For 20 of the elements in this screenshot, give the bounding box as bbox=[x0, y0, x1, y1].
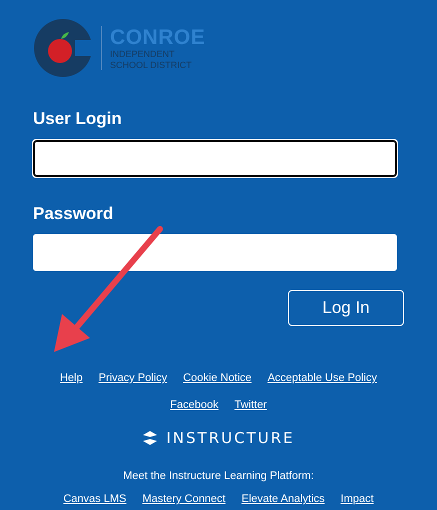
platform-text: Meet the Instructure Learning Platform: bbox=[123, 468, 314, 484]
login-button[interactable]: Log In bbox=[288, 290, 404, 326]
logo-subtitle: INDEPENDENT bbox=[110, 48, 176, 58]
field-label: Password bbox=[33, 202, 114, 224]
footer-link[interactable]: Privacy Policy bbox=[98, 370, 168, 386]
footer-link[interactable]: Acceptable Use Policy bbox=[268, 370, 378, 386]
footer-link[interactable]: Impact bbox=[340, 491, 374, 508]
footer-link[interactable]: Elevate Analytics bbox=[241, 491, 325, 508]
footer-link[interactable]: Mastery Connect bbox=[142, 491, 226, 508]
input-field[interactable] bbox=[33, 140, 397, 176]
footer-link[interactable]: Cookie Notice bbox=[183, 370, 252, 386]
footer-link[interactable]: Help bbox=[60, 370, 83, 386]
footer-link[interactable]: Twitter bbox=[234, 396, 267, 413]
footer-link[interactable]: Facebook bbox=[170, 396, 218, 413]
footer-link[interactable]: Canvas LMS bbox=[63, 491, 126, 508]
field-label: User Login bbox=[33, 108, 123, 130]
logo-icon bbox=[33, 18, 93, 78]
brand-name: INSTRUCTURE bbox=[166, 428, 295, 449]
logo-subtitle: SCHOOL DISTRICT bbox=[110, 60, 193, 70]
brand-icon bbox=[142, 431, 158, 446]
